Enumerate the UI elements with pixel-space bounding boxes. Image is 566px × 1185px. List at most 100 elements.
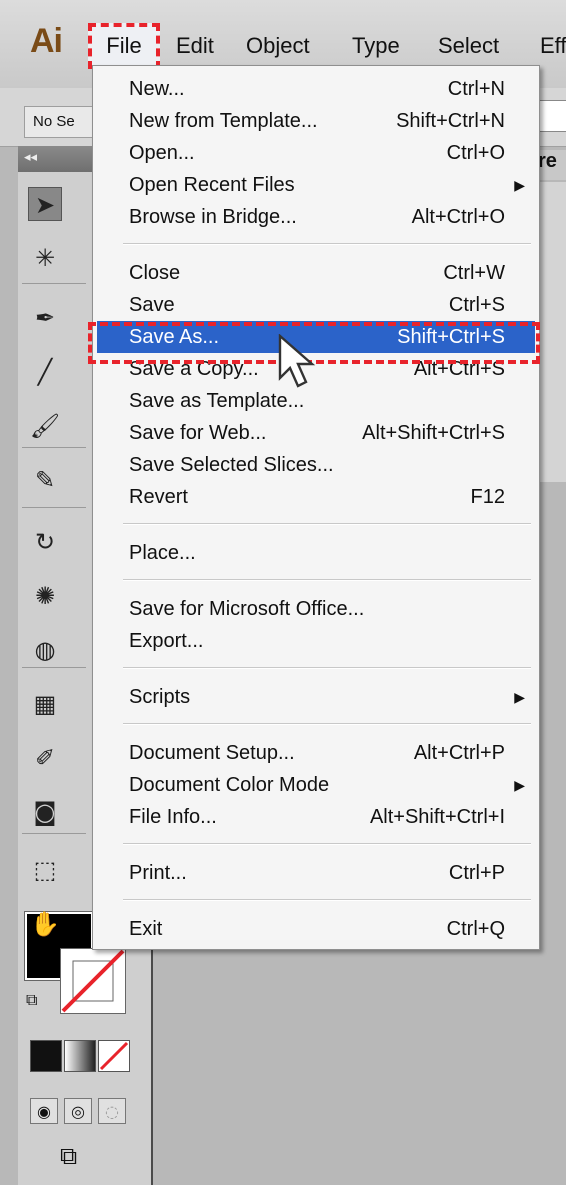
collapse-panel-icon[interactable]: ◂◂ bbox=[24, 150, 37, 165]
blob-brush-tool-icon[interactable]: ✎ bbox=[28, 463, 62, 497]
draw-normal-button[interactable]: ◉ bbox=[30, 1098, 58, 1124]
menu-item-export[interactable]: Export... bbox=[93, 625, 539, 657]
menu-item-file-info[interactable]: File Info... Alt+Shift+Ctrl+I bbox=[93, 801, 539, 833]
menu-item-shortcut: F12 bbox=[470, 486, 505, 508]
menu-item-label: Print... bbox=[129, 862, 187, 884]
menu-item-print[interactable]: Print... Ctrl+P bbox=[93, 857, 539, 889]
menu-item-label: Document Setup... bbox=[129, 742, 295, 764]
magic-wand-tool-icon[interactable]: ✳ bbox=[28, 241, 62, 275]
menu-separator bbox=[123, 579, 531, 581]
menu-item-shortcut: Ctrl+W bbox=[443, 262, 505, 284]
app-logo: Ai bbox=[30, 22, 63, 60]
menu-item-shortcut: Ctrl+P bbox=[448, 862, 505, 884]
color-mode-button[interactable] bbox=[30, 1040, 62, 1072]
mouse-cursor-icon bbox=[278, 334, 316, 388]
menu-item-save[interactable]: Save Ctrl+S bbox=[93, 289, 539, 321]
menu-item-shortcut: Ctrl+Q bbox=[446, 918, 505, 940]
menu-separator bbox=[123, 667, 531, 669]
right-panel-tab[interactable]: re bbox=[538, 150, 566, 180]
menu-item-label: File Info... bbox=[129, 806, 217, 828]
menu-item-place[interactable]: Place... bbox=[93, 537, 539, 569]
paintbrush-tool-icon[interactable]: 🖌 bbox=[28, 409, 62, 443]
swap-default-colors-icon[interactable]: ⧉ bbox=[26, 990, 37, 1010]
menu-separator bbox=[123, 899, 531, 901]
hand-tool-icon[interactable]: ✋ bbox=[28, 907, 62, 941]
screen-mode-icon[interactable]: ⧉ bbox=[60, 1142, 77, 1170]
menu-item-label: Place... bbox=[129, 542, 196, 564]
rotate-tool-icon[interactable]: ↻ bbox=[28, 525, 62, 559]
menu-item-label: Save bbox=[129, 294, 175, 316]
menu-item-label: Scripts bbox=[129, 686, 191, 708]
pen-tool-icon[interactable]: ✒ bbox=[28, 301, 62, 335]
none-icon bbox=[99, 1041, 129, 1071]
menu-item-label: Save for Microsoft Office... bbox=[129, 598, 365, 620]
warp-tool-icon[interactable]: ✺ bbox=[28, 579, 62, 613]
tool-separator bbox=[22, 447, 86, 448]
menu-item-label: Save for Web... bbox=[129, 422, 267, 444]
menu-item-scripts[interactable]: Scripts ▶ bbox=[93, 681, 539, 713]
none-mode-button[interactable] bbox=[98, 1040, 130, 1072]
line-tool-icon[interactable]: ╱ bbox=[28, 355, 62, 389]
menu-type[interactable]: Type bbox=[352, 33, 400, 59]
menu-item-shortcut: Alt+Shift+Ctrl+I bbox=[369, 806, 505, 828]
menu-item-shortcut: Alt+Shift+Ctrl+S bbox=[362, 422, 505, 444]
menu-select[interactable]: Select bbox=[438, 33, 499, 59]
menu-item-shortcut: Ctrl+O bbox=[446, 142, 505, 164]
eyedropper-tool-icon[interactable]: ✐ bbox=[28, 741, 62, 775]
tool-separator bbox=[22, 833, 86, 834]
menu-item-new-from-template[interactable]: New from Template... Shift+Ctrl+N bbox=[93, 105, 539, 137]
menu-item-close[interactable]: Close Ctrl+W bbox=[93, 257, 539, 289]
tool-separator bbox=[22, 667, 86, 668]
menu-item-save-selected-slices[interactable]: Save Selected Slices... bbox=[93, 449, 539, 481]
menu-item-browse-in-bridge[interactable]: Browse in Bridge... Alt+Ctrl+O bbox=[93, 201, 539, 233]
menu-effect[interactable]: Eff bbox=[540, 33, 566, 59]
menu-separator bbox=[123, 523, 531, 525]
shape-builder-tool-icon[interactable]: ◍ bbox=[28, 633, 62, 667]
menu-item-open[interactable]: Open... Ctrl+O bbox=[93, 137, 539, 169]
menu-item-save-for-microsoft-office[interactable]: Save for Microsoft Office... bbox=[93, 593, 539, 625]
menu-file[interactable]: File bbox=[88, 23, 160, 69]
tool-separator bbox=[22, 507, 86, 508]
file-menu-dropdown: New... Ctrl+N New from Template... Shift+Ct… bbox=[92, 65, 540, 950]
menu-separator bbox=[123, 723, 531, 725]
stroke-color-swatch[interactable] bbox=[60, 948, 126, 1014]
menu-item-label: Document Color Mode bbox=[129, 774, 330, 796]
menu-item-label: Open Recent Files bbox=[129, 174, 295, 196]
submenu-arrow-icon: ▶ bbox=[514, 777, 525, 793]
menu-item-document-color-mode[interactable]: Document Color Mode ▶ bbox=[93, 769, 539, 801]
menu-item-shortcut: Alt+Ctrl+P bbox=[413, 742, 505, 764]
menu-item-label: New... bbox=[129, 78, 185, 100]
menu-item-save-for-web[interactable]: Save for Web... Alt+Shift+Ctrl+S bbox=[93, 417, 539, 449]
menu-item-label: Save Selected Slices... bbox=[129, 454, 334, 476]
artboard-tool-icon[interactable]: ⬚ bbox=[28, 853, 62, 887]
right-panel bbox=[538, 182, 566, 482]
menu-item-label: Close bbox=[129, 262, 181, 284]
menu-item-document-setup[interactable]: Document Setup... Alt+Ctrl+P bbox=[93, 737, 539, 769]
draw-behind-button[interactable]: ◎ bbox=[64, 1098, 92, 1124]
submenu-arrow-icon: ▶ bbox=[514, 689, 525, 705]
menu-item-new[interactable]: New... Ctrl+N bbox=[93, 73, 539, 105]
menu-item-revert[interactable]: Revert F12 bbox=[93, 481, 539, 513]
submenu-arrow-icon: ▶ bbox=[514, 177, 525, 193]
menu-object[interactable]: Object bbox=[246, 33, 310, 59]
menu-separator bbox=[123, 843, 531, 845]
menu-edit[interactable]: Edit bbox=[176, 33, 214, 59]
draw-inside-button[interactable]: ◌ bbox=[98, 1098, 126, 1124]
menu-item-shortcut: Ctrl+N bbox=[447, 78, 505, 100]
menu-item-shortcut: Ctrl+S bbox=[448, 294, 505, 316]
menu-item-open-recent-files[interactable]: Open Recent Files ▶ bbox=[93, 169, 539, 201]
menu-item-exit[interactable]: Exit Ctrl+Q bbox=[93, 913, 539, 945]
selection-tool-icon[interactable]: ➤ bbox=[28, 187, 62, 221]
menu-separator bbox=[123, 243, 531, 245]
mesh-tool-icon[interactable]: ▦ bbox=[28, 687, 62, 721]
menu-item-label: Export... bbox=[129, 630, 204, 652]
tool-separator bbox=[22, 283, 86, 284]
control-bar-field[interactable] bbox=[538, 100, 566, 132]
menu-item-label: Browse in Bridge... bbox=[129, 206, 297, 228]
symbol-sprayer-tool-icon[interactable]: ◙ bbox=[28, 795, 62, 829]
gradient-mode-button[interactable] bbox=[64, 1040, 96, 1072]
menu-item-shortcut: Alt+Ctrl+O bbox=[411, 206, 505, 228]
menu-item-label: Revert bbox=[129, 486, 188, 508]
menu-item-label: New from Template... bbox=[129, 110, 318, 132]
menu-item-label: Open... bbox=[129, 142, 195, 164]
